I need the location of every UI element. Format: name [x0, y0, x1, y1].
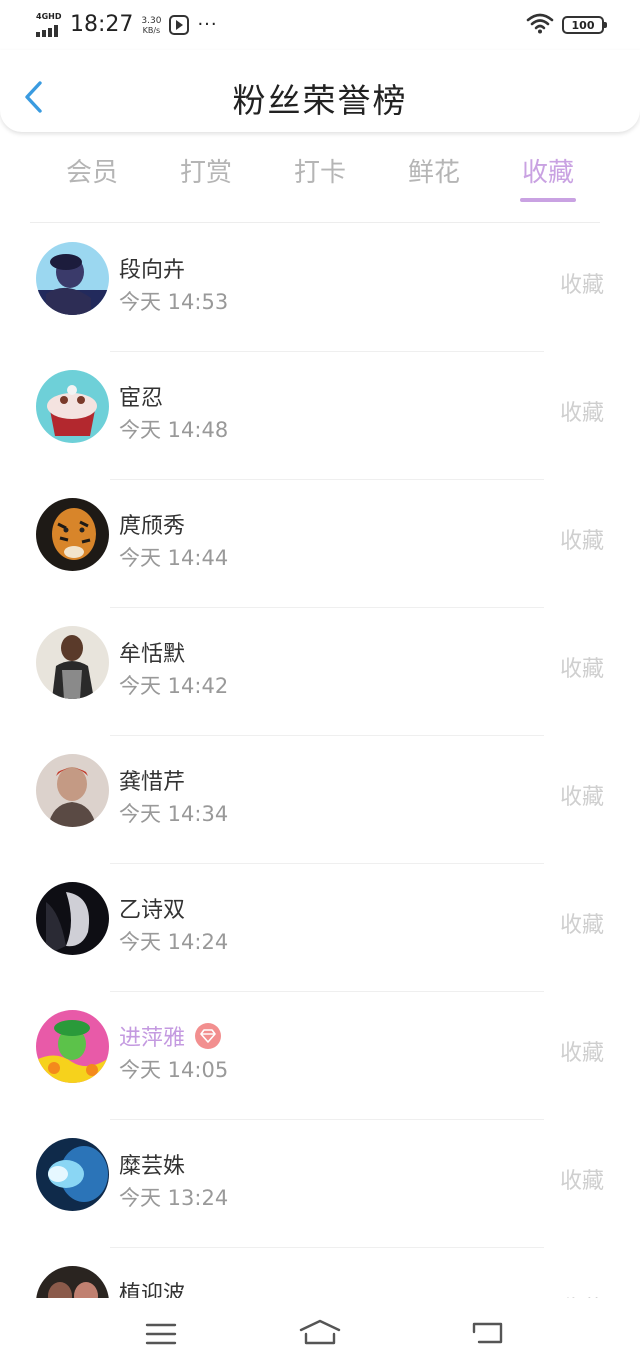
tab-reward[interactable]: 打赏	[180, 152, 232, 189]
network-speed: 3.30 KB/s	[141, 16, 162, 36]
user-time: 今天 14:53	[119, 290, 229, 314]
user-time: 今天 14:42	[119, 674, 229, 698]
tab-member[interactable]: 会员	[66, 152, 118, 189]
user-name-text: 宦忍	[119, 386, 164, 411]
list-item[interactable]: 植迎波 收藏	[0, 1248, 640, 1298]
active-tab-indicator	[520, 198, 576, 202]
user-time: 今天 14:24	[119, 930, 229, 954]
avatar[interactable]	[36, 882, 109, 955]
diamond-icon	[195, 1023, 222, 1049]
user-name-text: 牟恬默	[119, 642, 186, 667]
item-action: 收藏	[559, 657, 604, 682]
tab-favorites[interactable]: 收藏	[522, 152, 574, 189]
user-name: 进萍雅	[119, 1020, 222, 1052]
list-item[interactable]: 乙诗双 今天 14:24 收藏	[0, 864, 640, 992]
app-header: 粉丝荣誉榜	[0, 50, 640, 132]
list-item[interactable]: 庹颀秀 今天 14:44 收藏	[0, 480, 640, 608]
list-item[interactable]: 牟恬默 今天 14:42 收藏	[0, 608, 640, 736]
back-icon[interactable]	[471, 1320, 505, 1346]
user-name-text: 进萍雅	[119, 1026, 186, 1051]
avatar[interactable]	[36, 242, 109, 315]
avatar[interactable]	[36, 754, 109, 827]
item-action: 收藏	[559, 529, 604, 554]
user-name: 龚惜芹	[119, 764, 185, 796]
network-speed-value: 3.30	[141, 16, 162, 26]
user-name: 植迎波	[119, 1276, 185, 1298]
tabs-divider	[30, 222, 600, 223]
list-item[interactable]: 进萍雅 今天 14:05 收藏	[0, 992, 640, 1120]
user-name: 段向卉	[119, 252, 185, 284]
status-time: 18:27	[70, 12, 134, 37]
user-name-text: 植迎波	[119, 1282, 186, 1298]
status-bar: 4GHD 18:27 3.30 KB/s ··· 100	[0, 0, 640, 50]
user-name: 宦忍	[119, 380, 163, 412]
list-item[interactable]: 宦忍 今天 14:48 收藏	[0, 352, 640, 480]
user-time: 今天 14:48	[119, 418, 229, 442]
system-nav-bar	[0, 1298, 640, 1372]
avatar[interactable]	[36, 626, 109, 699]
avatar[interactable]	[36, 1138, 109, 1211]
item-action: 收藏	[559, 785, 604, 810]
user-name-text: 糜芸姝	[119, 1154, 186, 1179]
list-item[interactable]: 段向卉 今天 14:53 收藏	[0, 224, 640, 352]
more-icon: ···	[197, 14, 218, 35]
user-name-text: 庹颀秀	[119, 514, 186, 539]
item-action: 收藏	[559, 913, 604, 938]
item-action: 收藏	[559, 273, 604, 298]
battery-level: 100	[571, 18, 595, 32]
status-bar-left: 4GHD 18:27 3.30 KB/s ···	[36, 13, 218, 37]
tab-bar: 会员 打赏 打卡 鲜花 收藏	[0, 140, 640, 218]
item-action: 收藏	[559, 401, 604, 426]
network-type: 4GHD	[36, 12, 62, 21]
user-name-text: 段向卉	[119, 258, 186, 283]
tab-flowers[interactable]: 鲜花	[408, 152, 460, 189]
user-time: 今天 14:05	[119, 1058, 229, 1082]
status-bar-right: 100	[526, 12, 607, 38]
avatar[interactable]	[36, 1010, 109, 1083]
list-item[interactable]: 龚惜芹 今天 14:34 收藏	[0, 736, 640, 864]
avatar[interactable]	[36, 498, 109, 571]
home-icon[interactable]	[298, 1318, 342, 1346]
battery-icon: 100	[562, 16, 607, 34]
user-name: 乙诗双	[119, 892, 185, 924]
user-time: 今天 14:34	[119, 802, 229, 826]
menu-icon[interactable]	[145, 1322, 177, 1346]
user-time: 今天 13:24	[119, 1186, 229, 1210]
user-name-text: 龚惜芹	[119, 770, 186, 795]
user-name: 糜芸姝	[119, 1148, 185, 1180]
user-time: 今天 14:44	[119, 546, 229, 570]
fan-list: 段向卉 今天 14:53 收藏 宦忍 今天 14:48 收藏 庹颀秀 今天 14…	[0, 224, 640, 1298]
tab-checkin[interactable]: 打卡	[294, 152, 346, 189]
chevron-left-icon[interactable]	[22, 80, 46, 114]
wifi-icon	[526, 12, 554, 38]
item-action: 收藏	[559, 1041, 604, 1066]
page-title: 粉丝荣誉榜	[232, 81, 408, 120]
list-item[interactable]: 糜芸姝 今天 13:24 收藏	[0, 1120, 640, 1248]
media-play-icon	[169, 15, 190, 35]
user-name-text: 乙诗双	[119, 898, 186, 923]
user-name: 牟恬默	[119, 636, 185, 668]
item-action: 收藏	[560, 1291, 604, 1298]
user-name: 庹颀秀	[119, 508, 185, 540]
network-speed-unit: KB/s	[142, 26, 161, 35]
item-action: 收藏	[559, 1169, 604, 1194]
avatar[interactable]	[36, 370, 109, 443]
cellular-signal-icon: 4GHD	[36, 13, 62, 37]
avatar[interactable]	[36, 1266, 109, 1298]
